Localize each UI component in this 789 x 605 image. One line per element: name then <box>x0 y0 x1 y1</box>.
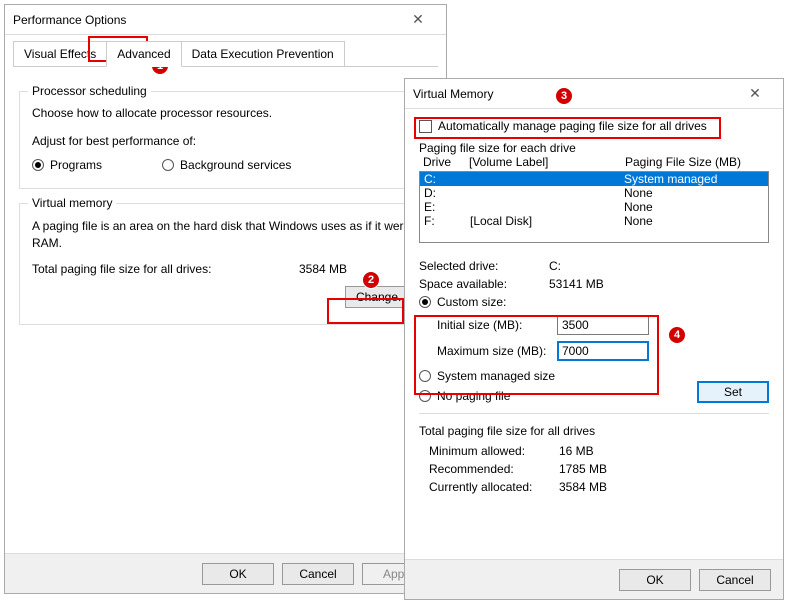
ok-button[interactable]: OK <box>202 563 274 585</box>
processor-scheduling-group: Processor scheduling Choose how to alloc… <box>19 91 432 189</box>
selected-drive-label: Selected drive: <box>419 259 549 273</box>
maximum-size-label: Maximum size (MB): <box>437 344 557 358</box>
vmem-title: Virtual Memory <box>413 87 735 101</box>
tab-advanced[interactable]: Advanced <box>106 41 181 67</box>
radio-programs[interactable]: Programs <box>32 158 102 172</box>
hdr-label: [Volume Label] <box>469 155 625 169</box>
ok-button[interactable]: OK <box>619 569 691 591</box>
proc-legend: Processor scheduling <box>28 84 151 98</box>
initial-size-input[interactable] <box>557 315 649 335</box>
perf-title: Performance Options <box>13 13 398 27</box>
vm-total-label: Total paging file size for all drives: <box>32 262 299 276</box>
space-available-label: Space available: <box>419 277 549 291</box>
min-allowed-label: Minimum allowed: <box>429 444 559 458</box>
custom-size-label: Custom size: <box>437 295 506 309</box>
list-item[interactable]: F: [Local Disk] None <box>420 214 768 228</box>
vmem-bottom-bar: OK Cancel <box>405 559 783 599</box>
radio-icon <box>162 159 174 171</box>
cancel-button[interactable]: Cancel <box>699 569 771 591</box>
checkbox-icon <box>419 120 432 133</box>
tab-visual-effects[interactable]: Visual Effects <box>13 41 107 66</box>
auto-manage-checkbox[interactable]: Automatically manage paging file size fo… <box>419 119 769 133</box>
vm-total-value: 3584 MB <box>299 262 419 276</box>
radio-bg-label: Background services <box>180 158 291 172</box>
vmem-titlebar: Virtual Memory ✕ <box>405 79 783 109</box>
list-item[interactable]: D: None <box>420 186 768 200</box>
radio-icon <box>419 370 431 382</box>
no-paging-label: No paging file <box>437 389 510 403</box>
virtual-memory-group: Virtual memory A paging file is an area … <box>19 203 432 325</box>
selected-drive-value: C: <box>549 259 561 273</box>
radio-system-managed[interactable]: System managed size <box>419 369 697 383</box>
radio-icon <box>419 296 431 308</box>
list-item[interactable]: E: None <box>420 200 768 214</box>
cancel-button[interactable]: Cancel <box>282 563 354 585</box>
drive-listbox[interactable]: C: System managed D: None E: None F: [Lo… <box>419 171 769 243</box>
vm-legend: Virtual memory <box>28 196 116 210</box>
perf-titlebar: Performance Options ✕ <box>5 5 446 35</box>
recommended-label: Recommended: <box>429 462 559 476</box>
currently-allocated-value: 3584 MB <box>559 480 607 494</box>
radio-no-paging[interactable]: No paging file <box>419 389 697 403</box>
radio-background-services[interactable]: Background services <box>162 158 291 172</box>
space-available-value: 53141 MB <box>549 277 604 291</box>
tab-dep[interactable]: Data Execution Prevention <box>181 41 345 66</box>
total-pfs-legend: Total paging file size for all drives <box>419 424 769 438</box>
min-allowed-value: 16 MB <box>559 444 594 458</box>
system-managed-label: System managed size <box>437 369 555 383</box>
pfs-legend: Paging file size for each drive <box>419 141 769 155</box>
hdr-drive: Drive <box>423 155 469 169</box>
radio-custom-size[interactable]: Custom size: <box>419 295 769 309</box>
performance-options-dialog: Performance Options ✕ Visual Effects Adv… <box>4 4 447 594</box>
close-icon[interactable]: ✕ <box>398 7 438 33</box>
close-icon[interactable]: ✕ <box>735 81 775 107</box>
currently-allocated-label: Currently allocated: <box>429 480 559 494</box>
radio-programs-label: Programs <box>50 158 102 172</box>
list-item[interactable]: C: System managed <box>420 172 768 186</box>
proc-adjust: Adjust for best performance of: <box>32 134 419 148</box>
initial-size-label: Initial size (MB): <box>437 318 557 332</box>
radio-icon <box>32 159 44 171</box>
set-button[interactable]: Set <box>697 381 769 403</box>
perf-tabs: Visual Effects Advanced Data Execution P… <box>13 41 438 67</box>
proc-desc: Choose how to allocate processor resourc… <box>32 106 419 120</box>
drive-list-header: Drive [Volume Label] Paging File Size (M… <box>419 155 769 169</box>
virtual-memory-dialog: Virtual Memory ✕ Automatically manage pa… <box>404 78 784 600</box>
perf-bottom-bar: OK Cancel Apply <box>5 553 446 593</box>
recommended-value: 1785 MB <box>559 462 607 476</box>
radio-icon <box>419 390 431 402</box>
maximum-size-input[interactable] <box>557 341 649 361</box>
hdr-pfs: Paging File Size (MB) <box>625 155 765 169</box>
vm-desc: A paging file is an area on the hard dis… <box>32 218 419 252</box>
auto-manage-label: Automatically manage paging file size fo… <box>438 119 707 133</box>
